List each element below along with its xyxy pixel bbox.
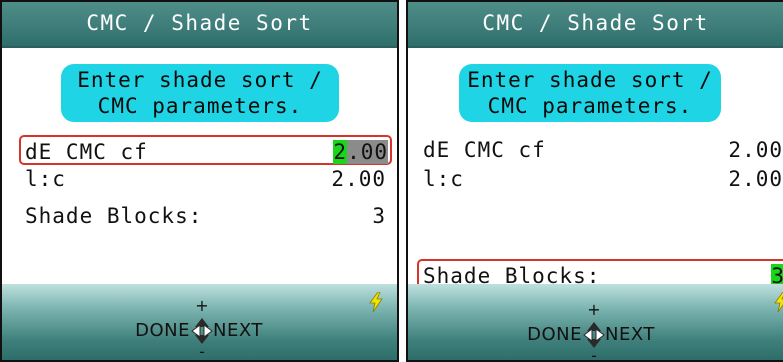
- increment-key[interactable]: +: [514, 302, 674, 318]
- done-button[interactable]: DONE: [135, 320, 190, 342]
- device-screen-right: CMC / Shade Sort Enter shade sort / CMC …: [406, 0, 783, 362]
- increment-key[interactable]: +: [122, 298, 282, 314]
- device-screen-left: CMC / Shade Sort Enter shade sort / CMC …: [0, 0, 399, 362]
- dE-cmc-cf-label: dE CMC cf: [25, 140, 148, 164]
- nav-controls: + DONE NEXT -: [122, 298, 282, 360]
- edit-cursor-digit: 2: [333, 140, 348, 164]
- bottom-nav-bar: + DONE NEXT -: [2, 284, 397, 360]
- decrement-key[interactable]: -: [514, 348, 674, 361]
- screen-title: CMC / Shade Sort: [2, 2, 397, 48]
- prompt-line-2: CMC parameters.: [97, 94, 303, 118]
- lightning-bolt-icon: [369, 292, 383, 312]
- lc-label: l:c: [423, 167, 464, 191]
- dpad-arrows-icon[interactable]: [191, 317, 213, 345]
- next-button[interactable]: NEXT: [605, 324, 655, 346]
- prompt-line-1: Enter shade sort /: [77, 68, 323, 92]
- lc-value: 2.00: [728, 167, 783, 191]
- dpad-arrows-icon[interactable]: [583, 321, 605, 349]
- bottom-nav-bar: + DONE NEXT -: [408, 284, 783, 360]
- dE-cmc-cf-value[interactable]: 2.00: [333, 137, 388, 167]
- dE-cmc-cf-row[interactable]: dE CMC cf 2.00: [19, 135, 392, 165]
- lightning-bolt-icon: [774, 292, 783, 312]
- done-button[interactable]: DONE: [527, 324, 582, 346]
- dE-cmc-cf-row[interactable]: dE CMC cf 2.00: [417, 135, 783, 165]
- lc-row[interactable]: l:c 2.00: [417, 164, 783, 194]
- lc-label: l:c: [25, 167, 66, 191]
- lc-value: 2.00: [331, 167, 386, 191]
- screen-title: CMC / Shade Sort: [408, 2, 783, 48]
- next-button[interactable]: NEXT: [213, 320, 263, 342]
- prompt-line-2: CMC parameters.: [487, 94, 693, 118]
- dE-cmc-cf-value: 2.00: [728, 138, 783, 162]
- instruction-prompt: Enter shade sort / CMC parameters.: [459, 64, 721, 122]
- nav-controls: + DONE NEXT -: [514, 302, 674, 361]
- instruction-prompt: Enter shade sort / CMC parameters.: [61, 64, 339, 122]
- lc-row[interactable]: l:c 2.00: [19, 164, 392, 194]
- edit-remaining-digits: .00: [347, 140, 388, 164]
- prompt-line-1: Enter shade sort /: [467, 68, 713, 92]
- decrement-key[interactable]: -: [122, 344, 282, 360]
- shade-blocks-label: Shade Blocks:: [25, 204, 203, 228]
- dE-cmc-cf-label: dE CMC cf: [423, 138, 546, 162]
- shade-blocks-row[interactable]: Shade Blocks: 3: [19, 201, 392, 231]
- shade-blocks-value: 3: [372, 204, 386, 228]
